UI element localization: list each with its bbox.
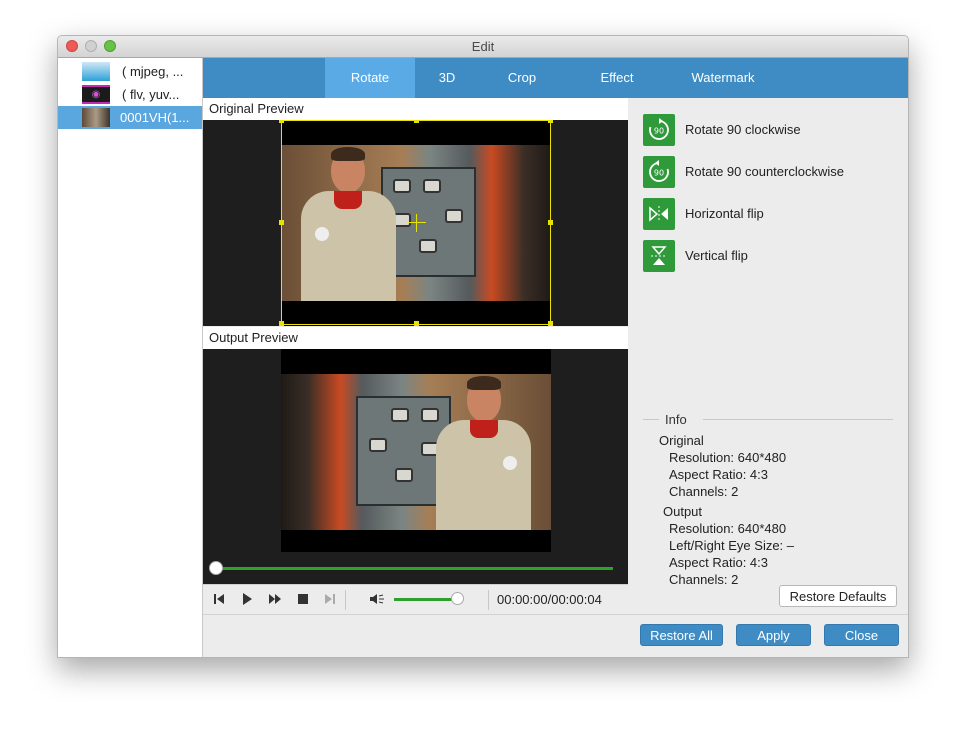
- crop-handle[interactable]: [414, 120, 419, 123]
- original-heading: Original: [659, 433, 704, 448]
- output-heading: Output: [663, 504, 703, 519]
- bottom-button-bar: Restore All Apply Close: [203, 614, 908, 657]
- tab-crop[interactable]: Crop: [485, 58, 559, 98]
- file-thumbnail: [82, 108, 110, 127]
- tab-3d[interactable]: 3D: [415, 58, 479, 98]
- original-channels: Channels: 2: [669, 484, 739, 499]
- file-name: ( mjpeg, ...: [122, 64, 184, 79]
- crop-selection-box[interactable]: [279, 120, 553, 326]
- action-label: Horizontal flip: [685, 206, 764, 221]
- rotate-counterclockwise-icon[interactable]: 90: [643, 156, 675, 188]
- file-name: ( flv, yuv...: [122, 87, 180, 102]
- microphone-prop: [503, 456, 517, 470]
- original-aspect-ratio: Aspect Ratio: 4:3: [669, 467, 768, 482]
- crop-handle[interactable]: [548, 120, 553, 123]
- action-label: Vertical flip: [685, 248, 748, 263]
- stop-icon[interactable]: [296, 592, 310, 606]
- file-item-0001vh[interactable]: 0001VH(1...: [58, 106, 202, 129]
- rotate-counterclockwise-button[interactable]: 90 Rotate 90 counterclockwise: [643, 156, 903, 188]
- output-preview-label: Output Preview: [203, 327, 628, 349]
- crop-handle[interactable]: [279, 120, 284, 123]
- output-eye-size: Left/Right Eye Size: –: [669, 538, 795, 553]
- horizontal-flip-button[interactable]: Horizontal flip: [643, 198, 903, 230]
- vertical-flip-icon[interactable]: [643, 240, 675, 272]
- close-button[interactable]: Close: [824, 624, 899, 646]
- crop-handle[interactable]: [414, 321, 419, 326]
- file-name: 0001VH(1...: [120, 110, 190, 125]
- tab-effect[interactable]: Effect: [575, 58, 659, 98]
- horizontal-flip-icon[interactable]: [643, 198, 675, 230]
- next-frame-icon[interactable]: [323, 592, 337, 606]
- playback-controls: 00:00:00/00:00:04: [203, 584, 628, 614]
- crop-handle[interactable]: [548, 220, 553, 225]
- output-channels: Channels: 2: [669, 572, 739, 587]
- person-figure: [431, 376, 531, 530]
- rotate-options-panel: 90 Rotate 90 clockwise 90 Rotate 90 coun…: [629, 98, 908, 615]
- restore-all-button[interactable]: Restore All: [640, 624, 723, 646]
- edit-tab-bar: Rotate 3D Crop Effect Watermark: [203, 58, 908, 98]
- edit-window: Edit ( mjpeg, ... ◉ ( flv, yuv... 0001VH…: [57, 35, 909, 658]
- title-bar[interactable]: Edit: [58, 36, 908, 58]
- volume-slider[interactable]: [394, 598, 457, 601]
- file-thumbnail: ◉: [82, 85, 110, 104]
- window-title: Edit: [471, 39, 495, 54]
- action-label: Rotate 90 clockwise: [685, 122, 801, 137]
- svg-text:90: 90: [654, 127, 664, 136]
- output-preview-video: [203, 349, 628, 584]
- video-frame-flipped: [281, 374, 551, 530]
- seek-bar[interactable]: [211, 567, 613, 570]
- original-preview-video: [203, 120, 628, 326]
- skip-back-icon[interactable]: [212, 592, 226, 606]
- output-aspect-ratio: Aspect Ratio: 4:3: [669, 555, 768, 570]
- seek-knob[interactable]: [209, 561, 223, 575]
- rotate-clockwise-button[interactable]: 90 Rotate 90 clockwise: [643, 114, 903, 146]
- crop-center-crosshair: [408, 222, 426, 223]
- original-preview-label: Original Preview: [203, 98, 628, 120]
- file-thumbnail: [82, 62, 110, 81]
- volume-icon[interactable]: [369, 592, 384, 606]
- file-item-flv[interactable]: ◉ ( flv, yuv...: [58, 83, 202, 106]
- action-label: Rotate 90 counterclockwise: [685, 164, 844, 179]
- crop-handle[interactable]: [279, 220, 284, 225]
- restore-defaults-button[interactable]: Restore Defaults: [779, 585, 897, 607]
- time-display: 00:00:00/00:00:04: [497, 592, 602, 607]
- original-resolution: Resolution: 640*480: [669, 450, 787, 465]
- crop-handle[interactable]: [548, 321, 553, 326]
- info-title: Info: [665, 412, 687, 427]
- vertical-flip-button[interactable]: Vertical flip: [643, 240, 903, 272]
- play-icon[interactable]: [240, 592, 254, 606]
- tab-watermark[interactable]: Watermark: [673, 58, 773, 98]
- file-item-mjpeg[interactable]: ( mjpeg, ...: [58, 60, 202, 83]
- apply-button[interactable]: Apply: [736, 624, 811, 646]
- svg-text:90: 90: [654, 169, 664, 178]
- output-resolution: Resolution: 640*480: [669, 521, 787, 536]
- tab-rotate[interactable]: Rotate: [325, 58, 415, 98]
- file-list: ( mjpeg, ... ◉ ( flv, yuv... 0001VH(1...: [58, 58, 203, 657]
- rotate-clockwise-icon[interactable]: 90: [643, 114, 675, 146]
- fast-forward-icon[interactable]: [268, 592, 282, 606]
- crop-handle[interactable]: [279, 321, 284, 326]
- volume-knob[interactable]: [451, 592, 464, 605]
